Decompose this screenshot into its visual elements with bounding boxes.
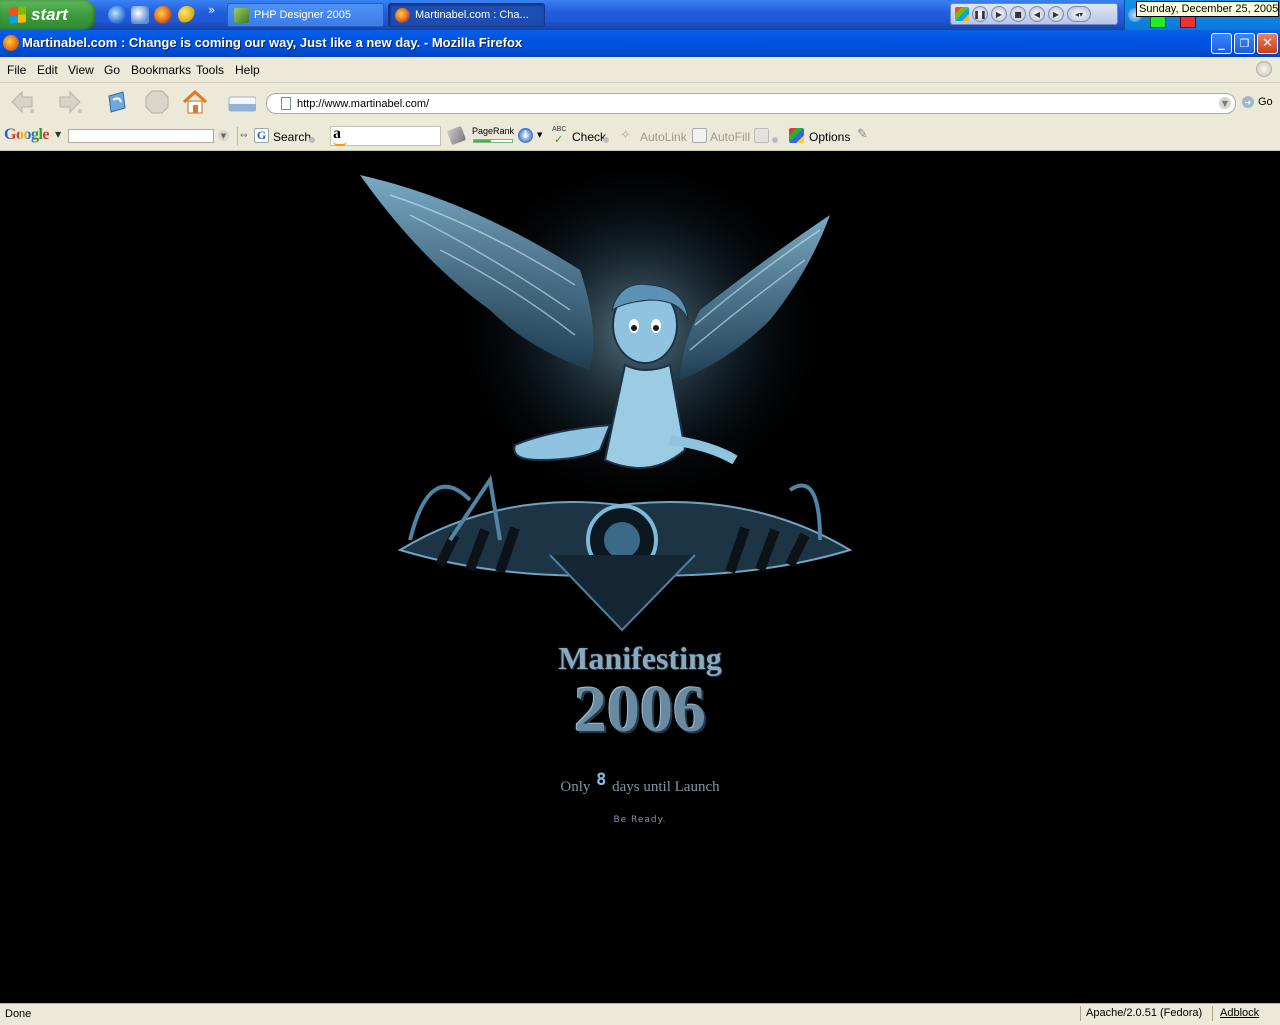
adblock-button[interactable]: Adblock xyxy=(1220,1007,1259,1019)
menu-help[interactable]: Help xyxy=(235,63,260,77)
play-icon[interactable]: ▶ xyxy=(991,6,1007,22)
stop-icon[interactable]: ■ xyxy=(1010,6,1026,22)
countdown-suffix: days until Launch xyxy=(612,779,720,795)
start-label: start xyxy=(31,5,68,24)
media-player-toolbar: ❚❚ ▶ ■ ◀ ▶ ◂▾ xyxy=(950,3,1118,25)
go-label: Go xyxy=(1258,96,1273,108)
search-history-icon[interactable]: ▼ xyxy=(218,130,229,141)
status-divider xyxy=(1080,1006,1081,1021)
reload-icon[interactable] xyxy=(103,88,131,116)
countdown-days: 8 xyxy=(596,770,607,790)
page-info-dropdown-icon[interactable]: ▼ xyxy=(537,131,542,139)
pagerank-fill xyxy=(474,140,492,142)
amazon-search-box[interactable] xyxy=(330,126,441,146)
google-dropdown-icon[interactable]: ▼ xyxy=(55,130,61,139)
windows-flag-icon xyxy=(10,6,26,24)
windows-media-icon[interactable] xyxy=(955,7,969,21)
stop-icon[interactable] xyxy=(143,88,171,116)
php-designer-icon xyxy=(234,7,249,23)
countdown-prefix: Only xyxy=(560,779,591,795)
options-icon[interactable] xyxy=(789,128,804,143)
pagerank-label[interactable]: PageRank xyxy=(472,126,514,136)
countdown-line: Only 8 days until Launch xyxy=(0,770,1280,796)
resize-handle-icon[interactable]: ↔ xyxy=(240,131,248,141)
previous-icon[interactable]: ◀ xyxy=(1029,6,1045,22)
throbber-icon xyxy=(1256,61,1272,77)
status-divider xyxy=(1212,1006,1213,1021)
close-button[interactable]: ✕ xyxy=(1257,33,1278,54)
angel-artwork xyxy=(360,170,853,632)
blogthis-options-icon[interactable] xyxy=(772,137,778,143)
toolbar-divider xyxy=(237,127,238,145)
go-button[interactable]: ➜ Go xyxy=(1242,96,1273,108)
url-input[interactable] xyxy=(297,97,1177,110)
menu-file[interactable]: File xyxy=(7,63,26,77)
check-button[interactable]: Check xyxy=(572,130,606,144)
google-search-input[interactable] xyxy=(68,129,214,143)
menu-bar xyxy=(0,57,1280,83)
firefox-window-icon[interactable] xyxy=(3,35,19,51)
status-text: Done xyxy=(5,1008,32,1020)
google-logo-text: Google xyxy=(4,126,50,143)
go-arrow-icon: ➜ xyxy=(1242,96,1254,108)
start-button[interactable]: start xyxy=(0,0,96,30)
pause-icon[interactable]: ❚❚ xyxy=(972,6,988,22)
autolink-button[interactable]: AutoLink xyxy=(640,130,687,144)
next-icon[interactable]: ▶ xyxy=(1048,6,1064,22)
firefox-task-icon xyxy=(395,7,410,23)
folder-icon[interactable] xyxy=(228,88,256,116)
task-php-designer[interactable]: PHP Designer 2005 xyxy=(227,3,384,27)
spellcheck-icon[interactable]: ABC xyxy=(552,126,566,133)
restore-button[interactable]: ❐ xyxy=(1234,33,1255,54)
menu-view[interactable]: View xyxy=(68,63,94,77)
forward-arrow-icon[interactable] xyxy=(56,88,84,116)
date-tooltip: Sunday, December 25, 2005 xyxy=(1136,1,1279,17)
quicklaunch-chevron-icon[interactable]: » xyxy=(208,3,215,17)
back-arrow-icon[interactable] xyxy=(8,88,36,116)
minimize-button[interactable]: _ xyxy=(1211,33,1232,54)
firefox-quicklaunch-icon[interactable] xyxy=(154,6,172,24)
search-options-icon[interactable] xyxy=(309,137,315,143)
google-search-button[interactable]: Search xyxy=(273,130,311,144)
menu-bookmarks[interactable]: Bookmarks xyxy=(131,63,191,77)
checkmark-icon: ✓ xyxy=(554,133,564,146)
outlook-express-icon[interactable] xyxy=(131,6,149,24)
window-title: Martinabel.com : Change is coming our wa… xyxy=(22,35,523,50)
url-dropdown-icon[interactable]: ▼ xyxy=(1219,97,1231,109)
task-label: PHP Designer 2005 xyxy=(254,9,352,21)
internet-explorer-icon[interactable] xyxy=(108,6,126,24)
pagerank-bar[interactable] xyxy=(473,139,513,143)
window-titlebar[interactable]: Martinabel.com : Change is coming our wa… xyxy=(0,30,1280,57)
google-search-icon[interactable]: G xyxy=(254,128,269,143)
server-info: Apache/2.0.51 (Fedora) xyxy=(1086,1007,1203,1019)
page-icon xyxy=(281,97,291,110)
autofill-button[interactable]: AutoFill xyxy=(710,130,750,144)
google-logo[interactable]: Google xyxy=(4,126,50,144)
url-bar[interactable]: ▼ xyxy=(266,93,1236,114)
messenger-icon[interactable] xyxy=(178,6,196,24)
year-heading: 2006 xyxy=(574,673,706,746)
be-ready-text: Be Ready. xyxy=(613,815,667,825)
menu-go[interactable]: Go xyxy=(104,63,120,77)
options-button[interactable]: Options xyxy=(809,130,850,144)
check-options-icon[interactable] xyxy=(603,137,609,143)
home-icon[interactable] xyxy=(181,88,209,116)
menu-tools[interactable]: Tools xyxy=(196,63,224,77)
autolink-icon[interactable]: ✧ xyxy=(620,128,631,143)
highlighter-icon[interactable]: ✎ xyxy=(857,127,868,142)
task-label: Martinabel.com : Cha... xyxy=(415,9,529,21)
autofill-icon[interactable] xyxy=(692,128,707,143)
page-info-icon[interactable]: i xyxy=(518,128,533,143)
task-firefox-active[interactable]: Martinabel.com : Cha... xyxy=(388,3,545,27)
menu-edit[interactable]: Edit xyxy=(37,63,58,77)
volume-icon[interactable]: ◂▾ xyxy=(1067,6,1091,22)
blogthis-icon[interactable] xyxy=(754,128,769,143)
